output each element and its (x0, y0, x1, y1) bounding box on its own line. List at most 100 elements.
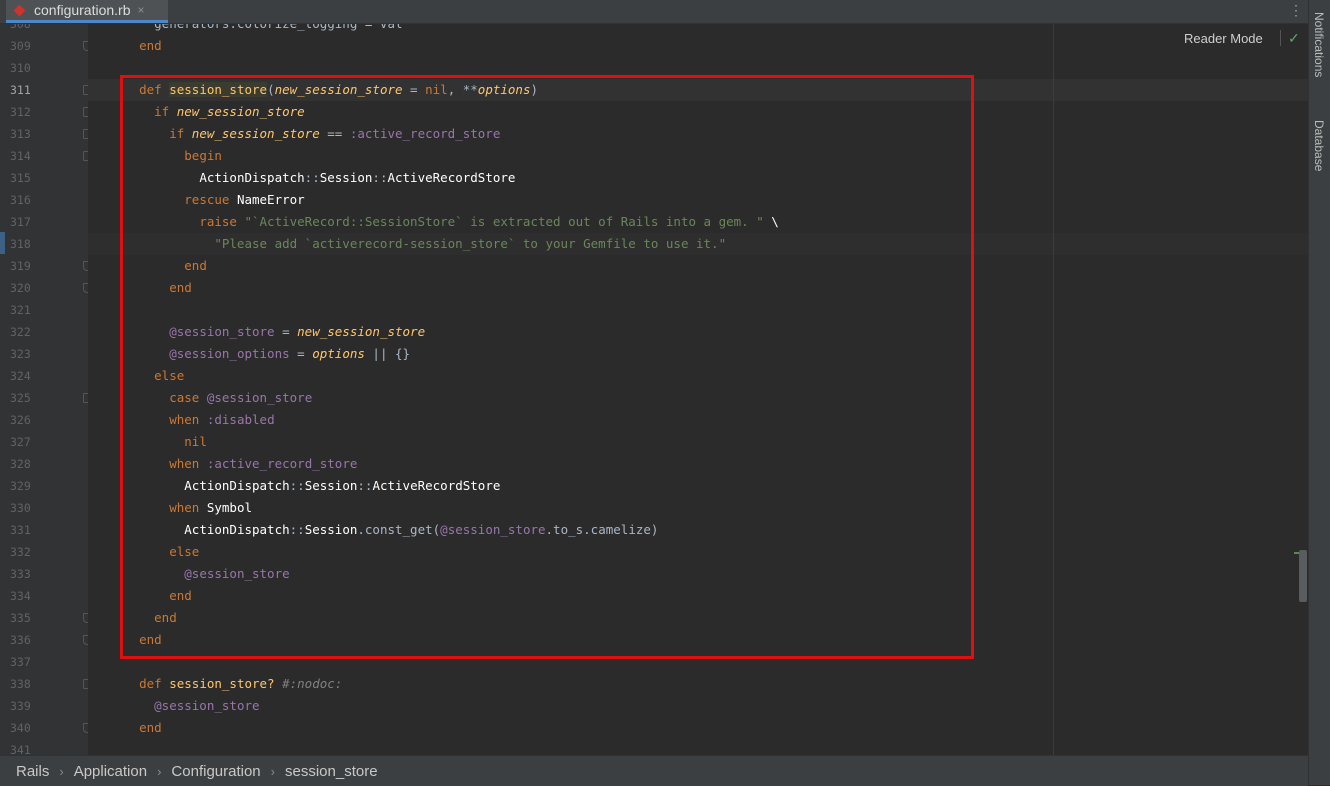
line-number[interactable]: 320 (0, 277, 88, 299)
line-number-text: 313 (10, 127, 31, 141)
line-number[interactable]: 309 (0, 35, 88, 57)
line-number[interactable]: 327 (0, 431, 88, 453)
line-number-text: 326 (10, 413, 31, 427)
line-number-text: 335 (10, 611, 31, 625)
code-token: #:nodoc: (274, 676, 343, 691)
editor-tab-bar: configuration.rb × ⋮ (0, 0, 1308, 24)
line-number-text: 312 (10, 105, 31, 119)
line-number[interactable]: 335 (0, 607, 88, 629)
line-number[interactable]: 329 (0, 475, 88, 497)
line-number-text: 333 (10, 567, 31, 581)
line-number-text: 321 (10, 303, 31, 317)
line-number[interactable]: 338 (0, 673, 88, 695)
breadcrumb-application[interactable]: Application (74, 763, 147, 780)
line-number-text: 320 (10, 281, 31, 295)
code-line[interactable]: def session_store? #:nodoc: (109, 673, 1209, 695)
breadcrumb-configuration[interactable]: Configuration (171, 763, 260, 780)
notifications-panel-button[interactable]: Notifications (1312, 12, 1326, 77)
code-line[interactable]: @session_store (109, 695, 1209, 717)
chevron-right-icon: › (157, 763, 162, 779)
vertical-scrollbar[interactable] (1299, 550, 1307, 602)
breadcrumb-session-store[interactable]: session_store (285, 763, 378, 780)
line-number[interactable]: 337 (0, 651, 88, 673)
line-number-text: 311 (10, 83, 31, 97)
line-number-text: 331 (10, 523, 31, 537)
file-tab[interactable]: configuration.rb × (6, 0, 168, 23)
code-token: end (139, 720, 162, 735)
line-number[interactable]: 310 (0, 57, 88, 79)
line-number[interactable]: 328 (0, 453, 88, 475)
code-line[interactable]: generators.colorize_logging = val (109, 24, 1209, 35)
breadcrumb: Rails › Application › Configuration › se… (0, 755, 1308, 786)
line-number[interactable]: 317 (0, 211, 88, 233)
more-options-icon[interactable]: ⋮ (1289, 2, 1303, 19)
line-number-text: 309 (10, 39, 31, 53)
code-line[interactable]: end (109, 35, 1209, 57)
line-number-text: 334 (10, 589, 31, 603)
code-token: generators.colorize_logging = val (109, 24, 402, 31)
line-number-text: 315 (10, 171, 31, 185)
line-number-text: 310 (10, 61, 31, 75)
code-token: session_store? (169, 676, 275, 691)
code-token: @session_store (154, 698, 260, 713)
line-number-text: 337 (10, 655, 31, 669)
line-number[interactable]: 308 (0, 24, 88, 35)
line-number-text: 318 (10, 237, 31, 251)
file-tab-label: configuration.rb (34, 2, 131, 18)
code-line[interactable] (109, 739, 1209, 755)
line-number[interactable]: 323 (0, 343, 88, 365)
line-number-text: 319 (10, 259, 31, 273)
reader-mode-divider (1280, 30, 1281, 46)
line-number-text: 328 (10, 457, 31, 471)
line-number[interactable]: 330 (0, 497, 88, 519)
close-tab-icon[interactable]: × (138, 3, 145, 17)
line-number[interactable]: 341 (0, 739, 88, 755)
line-number[interactable]: 318 (0, 233, 88, 255)
line-number[interactable]: 340 (0, 717, 88, 739)
line-number-text: 322 (10, 325, 31, 339)
line-number-text: 336 (10, 633, 31, 647)
line-number-gutter[interactable]: 308 309 310 311 312 313 314 315 316 317 318 319 320 3… (0, 24, 88, 755)
breadcrumb-rails[interactable]: Rails (16, 763, 49, 780)
annotation-box (120, 75, 974, 659)
line-number-text: 340 (10, 721, 31, 735)
line-number[interactable]: 311 (0, 79, 88, 101)
line-number[interactable]: 325 (0, 387, 88, 409)
line-number[interactable]: 333 (0, 563, 88, 585)
line-number[interactable]: 336 (0, 629, 88, 651)
line-number[interactable]: 326 (0, 409, 88, 431)
line-number-text: 317 (10, 215, 31, 229)
line-number[interactable]: 324 (0, 365, 88, 387)
code-token: end (139, 38, 162, 53)
line-number-text: 324 (10, 369, 31, 383)
line-number-text: 341 (10, 743, 31, 755)
line-number-text: 330 (10, 501, 31, 515)
line-number[interactable]: 319 (0, 255, 88, 277)
line-number[interactable]: 321 (0, 299, 88, 321)
line-number-text: 329 (10, 479, 31, 493)
line-number-text: 327 (10, 435, 31, 449)
code-token: def (139, 676, 170, 691)
line-number[interactable]: 314 (0, 145, 88, 167)
line-number-text: 316 (10, 193, 31, 207)
reader-mode-button[interactable]: Reader Mode (1184, 31, 1263, 46)
line-number[interactable]: 339 (0, 695, 88, 717)
line-number[interactable]: 315 (0, 167, 88, 189)
line-number-text: 323 (10, 347, 31, 361)
code-line[interactable]: end (109, 717, 1209, 739)
line-number[interactable]: 322 (0, 321, 88, 343)
chevron-right-icon: › (270, 763, 275, 779)
line-number-text: 308 (10, 24, 31, 31)
line-number[interactable]: 313 (0, 123, 88, 145)
database-panel-button[interactable]: Database (1312, 120, 1326, 171)
line-number[interactable]: 316 (0, 189, 88, 211)
line-number[interactable]: 332 (0, 541, 88, 563)
line-number[interactable]: 334 (0, 585, 88, 607)
line-number[interactable]: 331 (0, 519, 88, 541)
line-number[interactable]: 312 (0, 101, 88, 123)
inspection-ok-icon[interactable]: ✓ (1288, 30, 1300, 47)
